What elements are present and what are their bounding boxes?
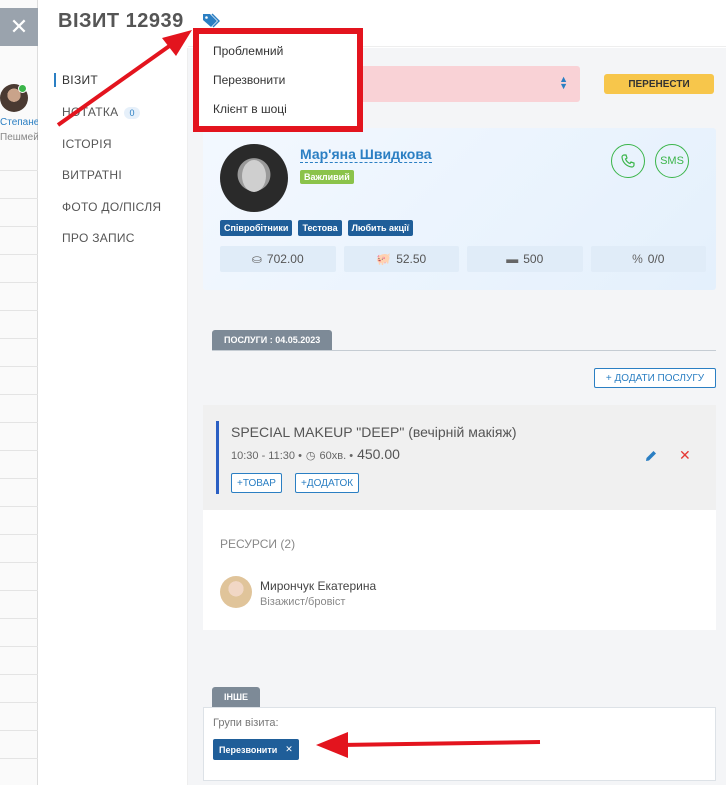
- client-tag: Любить акції: [347, 220, 414, 236]
- close-modal-button[interactable]: ✕: [0, 8, 38, 46]
- visit-tags-dropdown: Проблемний Перезвонити Клієнт в шоці: [193, 28, 363, 132]
- resource-role: Візажист/бровіст: [260, 596, 346, 608]
- stat-bonus: 🐖 52.50: [343, 246, 459, 272]
- select-arrows-icon: ▲ ▼: [559, 74, 568, 91]
- visit-sidebar-nav: ВІЗИТ НОТАТКА 0 ІСТОРІЯ ВИТРАТНІ ФОТО ДО/…: [38, 48, 188, 785]
- visit-content: ▲ ▼ ПЕРЕНЕСТИ Мар'яна Швидкова Важливий S…: [188, 48, 726, 785]
- dropdown-item-call-back[interactable]: Перезвонити: [213, 73, 285, 87]
- client-name-link[interactable]: Мар'яна Швидкова: [300, 146, 432, 163]
- service-price: 450.00: [357, 446, 400, 462]
- client-tag: Тестова: [298, 220, 342, 236]
- stat-paid: ⛀ 702.00: [220, 246, 336, 272]
- phone-icon: [621, 154, 635, 168]
- client-card: Мар'яна Швидкова Важливий SMS Співробітн…: [203, 128, 716, 290]
- piggy-bank-icon: 🐖: [376, 252, 392, 266]
- visit-modal: ВІЗИТ 12939 ВІЗИТ НОТАТКА 0 ІСТОРІЯ ВИТРА…: [38, 0, 726, 785]
- close-icon: ✕: [9, 14, 29, 39]
- delete-service-icon[interactable]: ✕: [679, 447, 691, 464]
- client-status-badge: Важливий: [300, 170, 354, 184]
- resources-card: РЕСУРСИ (2) Мирончук Екатерина Візажист/…: [203, 510, 716, 630]
- calendar-background-strip: ✕ Степане Пешмей: [0, 0, 40, 785]
- nav-item-about[interactable]: ПРО ЗАПИС: [62, 231, 135, 245]
- sms-button[interactable]: SMS: [655, 144, 689, 178]
- resources-title: РЕСУРСИ (2): [220, 537, 296, 551]
- client-tag: Співробітники: [220, 220, 293, 236]
- nav-item-visit[interactable]: ВІЗИТ: [54, 73, 98, 87]
- client-avatar: [220, 144, 288, 212]
- service-name: SPECIAL MAKEUP "DEEP" (вечірній макіяж): [231, 424, 517, 440]
- staff-name: Степане: [0, 117, 40, 128]
- service-duration: 60хв. •: [319, 450, 354, 462]
- call-button[interactable]: [611, 144, 645, 178]
- nav-item-note[interactable]: НОТАТКА 0: [62, 105, 140, 119]
- nav-item-history[interactable]: ІСТОРІЯ: [62, 137, 112, 151]
- service-time: 10:30 - 11:30 •: [231, 450, 302, 462]
- online-status-dot: [18, 84, 27, 93]
- staff-subtitle: Пешмей: [0, 132, 39, 143]
- visit-group-chip: Перезвонити ✕: [213, 739, 299, 760]
- dropdown-item-problematic[interactable]: Проблемний: [213, 44, 283, 58]
- pencil-icon[interactable]: [644, 449, 658, 463]
- service-meta: 10:30 - 11:30 • ◷ 60хв. • 450.00: [231, 446, 400, 462]
- reschedule-button[interactable]: ПЕРЕНЕСТИ: [604, 74, 714, 94]
- clock-icon: ◷: [305, 450, 316, 462]
- other-section-tab: ІНШЕ: [212, 687, 261, 707]
- stat-deposit: ▬ 500: [467, 246, 583, 272]
- remove-group-icon[interactable]: ✕: [285, 744, 293, 755]
- tag-icon[interactable]: [202, 12, 220, 28]
- note-count-badge: 0: [124, 107, 140, 119]
- add-product-button[interactable]: +ТОВАР: [231, 473, 282, 493]
- nav-item-photos[interactable]: ФОТО ДО/ПІСЛЯ: [62, 200, 161, 214]
- percent-icon: %: [632, 252, 643, 266]
- client-stats: ⛀ 702.00 🐖 52.50 ▬ 500 % 0/0: [220, 246, 706, 272]
- other-card: Групи візита: Перезвонити ✕: [203, 707, 716, 781]
- resource-avatar: [220, 576, 252, 608]
- hand-coin-icon: ⛀: [251, 252, 262, 266]
- dropdown-item-client-shocked[interactable]: Клієнт в шоці: [213, 102, 287, 116]
- card-icon: ▬: [506, 252, 519, 266]
- service-item: SPECIAL MAKEUP "DEEP" (вечірній макіяж) …: [203, 405, 716, 510]
- client-tags: Співробітники Тестова Любить акції: [220, 220, 414, 236]
- resource-name: Мирончук Екатерина: [260, 579, 377, 593]
- visit-groups-label: Групи візита:: [213, 717, 279, 729]
- stat-discount: % 0/0: [590, 246, 706, 272]
- nav-item-consumables[interactable]: ВИТРАТНІ: [62, 168, 122, 182]
- services-section-tab: ПОСЛУГИ : 04.05.2023: [212, 330, 333, 350]
- page-title: ВІЗИТ 12939: [58, 10, 184, 32]
- add-service-button[interactable]: + ДОДАТИ ПОСЛУГУ: [594, 368, 716, 388]
- add-extra-button[interactable]: +ДОДАТОК: [295, 473, 360, 493]
